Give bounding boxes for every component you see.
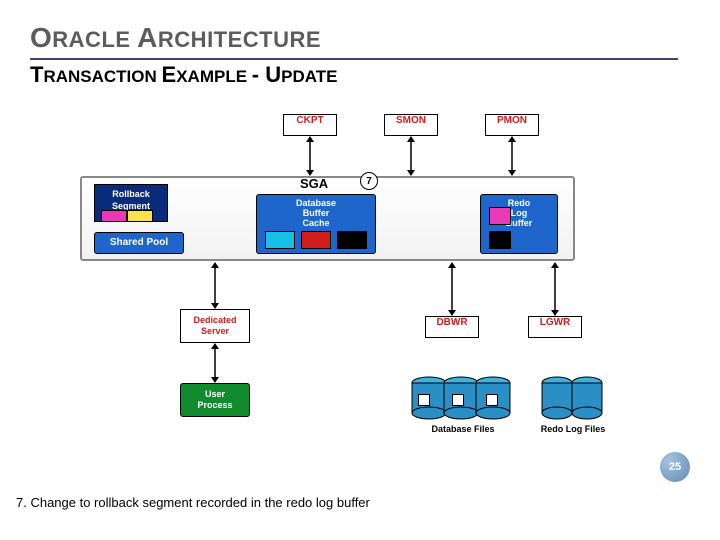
db-files-label: Database Files	[418, 424, 508, 434]
arrow-pmon	[507, 136, 517, 176]
redo-magenta	[489, 207, 511, 225]
shared-pool: Shared Pool	[94, 232, 184, 254]
redo-log-buffer: RedoLogBuffer	[480, 194, 558, 254]
redo-cyl-2	[570, 376, 604, 420]
arrow-dedicated-user	[210, 343, 220, 383]
db-cube-3	[486, 394, 498, 406]
user-process: UserProcess	[180, 383, 250, 417]
lgwr-box: LGWR	[528, 316, 582, 338]
db-cube-2	[452, 394, 464, 406]
page-number-badge: 25	[660, 452, 690, 482]
dbwr-box: DBWR	[425, 316, 479, 338]
arrow-dedicated-sga	[210, 262, 220, 309]
architecture-diagram: CKPT SMON PMON SGA 7 RollbackSegment Sha…	[0, 94, 720, 464]
redo-files-label: Redo Log Files	[536, 424, 610, 434]
redo-cyl-1	[540, 376, 574, 420]
ckpt-box: CKPT	[283, 114, 337, 136]
db-buffer-cache: DatabaseBufferCache	[256, 194, 376, 254]
step-number: 7	[360, 172, 378, 190]
db-cube-1	[418, 394, 430, 406]
rollback-gold-block	[127, 210, 153, 222]
pmon-box: PMON	[485, 114, 539, 136]
arrow-lgwr	[550, 262, 560, 316]
arrow-ckpt	[305, 136, 315, 176]
smon-box: SMON	[384, 114, 438, 136]
sga-label: SGA	[300, 176, 328, 191]
arrow-dbwr	[447, 262, 457, 316]
dbcache-cyan	[265, 231, 295, 249]
footer-text: 7. Change to rollback segment recorded i…	[16, 495, 370, 510]
redo-black	[489, 231, 511, 249]
arrow-smon	[406, 136, 416, 176]
dedicated-server: DedicatedServer	[180, 309, 250, 343]
dbcache-black	[337, 231, 367, 249]
slide-subtitle: TRANSACTION EXAMPLE - UPDATE	[30, 62, 720, 88]
rollback-segment: RollbackSegment	[94, 184, 168, 222]
rollback-magenta-block	[101, 210, 127, 222]
title-rule	[30, 58, 678, 60]
dbcache-red	[301, 231, 331, 249]
slide-title: ORACLE ARCHITECTURE	[30, 22, 720, 54]
